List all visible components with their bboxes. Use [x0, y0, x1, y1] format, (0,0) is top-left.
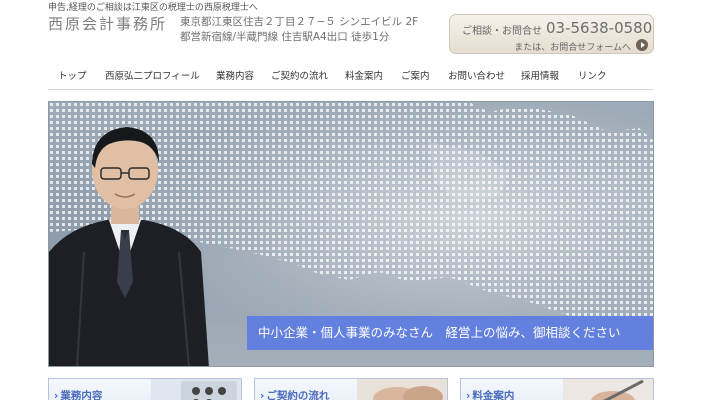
calculator-icon	[151, 379, 241, 400]
nav-item-top[interactable]: トップ	[58, 68, 87, 82]
card-contract-flow[interactable]: › ご契約の流れ	[254, 378, 448, 400]
arrow-right-icon[interactable]	[636, 39, 648, 51]
contact-box[interactable]: ご相談・お問合せ 03-5638-0580 または、お問合せフォームへ	[449, 14, 654, 54]
handshake-icon	[357, 379, 447, 400]
chevron-right-icon: ›	[54, 390, 59, 400]
site-logo[interactable]: 西原会計事務所	[48, 13, 167, 34]
contact-phone[interactable]: 03-5638-0580	[546, 19, 652, 37]
address-line-1: 東京都江東区住吉２丁目２７−５ シンエイビル 2F	[180, 16, 419, 28]
hero-banner-area: 中小企業・個人事業のみなさん 経営上の悩み、御相談ください	[48, 101, 654, 367]
nav-item-pricing[interactable]: 料金案内	[345, 68, 383, 82]
office-address: 東京都江東区住吉２丁目２７−５ シンエイビル 2F 都営新宿線/半蔵門線 住吉駅…	[180, 15, 418, 45]
accountant-portrait	[49, 127, 209, 366]
site-tagline: 申告,経理のご相談は江東区の税理士の西原税理士へ	[48, 3, 258, 13]
card-contract-flow-label: › ご契約の流れ	[260, 390, 330, 400]
contact-label: ご相談・お問合せ	[462, 26, 542, 37]
card-pricing[interactable]: › 料金案内	[460, 378, 654, 400]
pen-icon	[563, 379, 653, 400]
card-pricing-label: › 料金案内	[466, 390, 515, 400]
nav-item-contact[interactable]: お問い合わせ	[448, 68, 505, 82]
contact-form-link[interactable]: または、お問合せフォームへ	[514, 40, 631, 53]
nav-item-services[interactable]: 業務内容	[216, 68, 254, 82]
main-nav: トップ 西原弘二プロフィール 業務内容 ご契約の流れ 料金案内 ご案内 お問い合…	[48, 58, 654, 90]
nav-item-profile[interactable]: 西原弘二プロフィール	[105, 68, 200, 82]
nav-item-links[interactable]: リンク	[578, 68, 607, 82]
nav-item-recruit[interactable]: 採用情報	[521, 68, 559, 82]
card-services-label: › 業務内容	[54, 390, 103, 400]
hero-message: 中小企業・個人事業のみなさん 経営上の悩み、御相談ください	[247, 316, 653, 350]
card-services[interactable]: › 業務内容	[48, 378, 242, 400]
address-line-2: 都営新宿線/半蔵門線 住吉駅A4出口 徒歩1分	[180, 31, 390, 43]
chevron-right-icon: ›	[260, 390, 265, 400]
nav-item-contract-flow[interactable]: ご契約の流れ	[271, 68, 328, 82]
chevron-right-icon: ›	[466, 390, 471, 400]
nav-item-guide[interactable]: ご案内	[401, 68, 430, 82]
